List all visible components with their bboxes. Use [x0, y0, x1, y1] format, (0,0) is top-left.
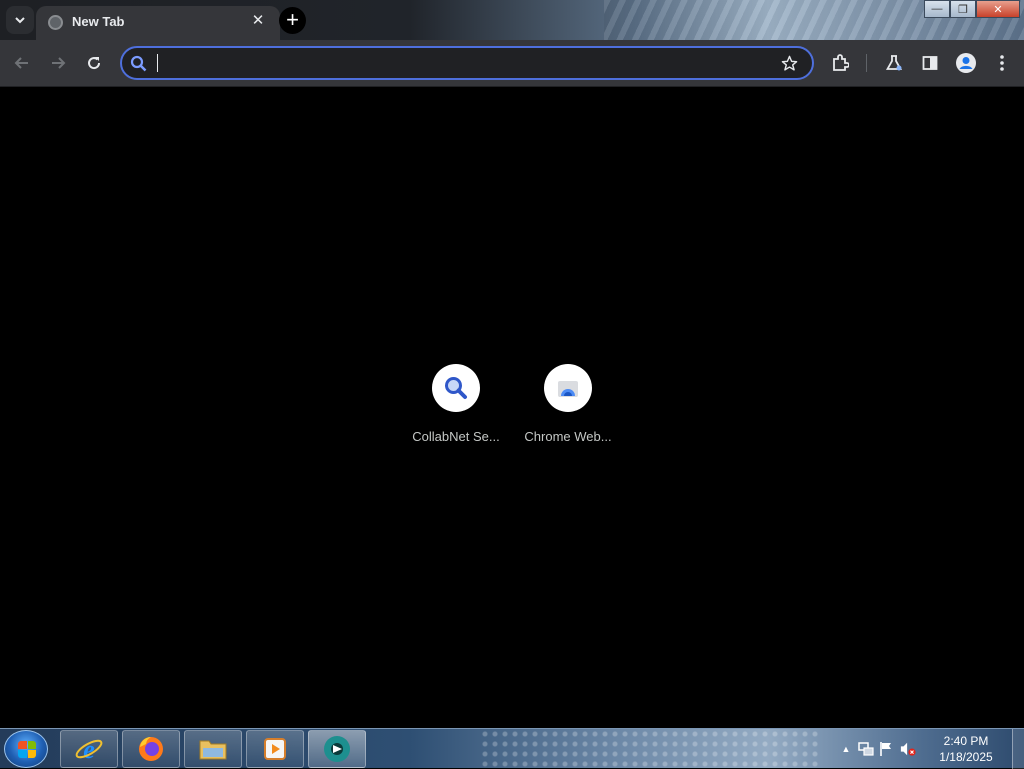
windows-taskbar: e ▲ 2:40 PM 1/18/2025 — [0, 728, 1024, 769]
new-tab-button[interactable]: + — [279, 7, 306, 34]
shortcut-icon-circle — [544, 364, 592, 412]
chrome-beta-icon — [324, 736, 350, 762]
media-player-icon — [264, 738, 286, 760]
menu-button[interactable] — [990, 51, 1014, 75]
chevron-up-icon: ▲ — [841, 744, 851, 754]
firefox-icon — [139, 736, 163, 761]
arrow-right-icon — [52, 57, 66, 69]
shortcut-icon-circle — [432, 364, 480, 412]
puzzle-icon — [833, 54, 849, 71]
flag-icon — [880, 742, 891, 756]
maximize-button[interactable]: ❐ — [950, 0, 976, 18]
search-icon — [445, 377, 467, 399]
address-input[interactable] — [158, 52, 758, 74]
forward-button[interactable] — [46, 51, 70, 75]
tray-overflow-button[interactable]: ▲ — [838, 741, 854, 757]
reload-button[interactable] — [82, 51, 106, 75]
show-desktop-button[interactable] — [1012, 729, 1024, 769]
taskbar-app-file-explorer[interactable] — [184, 730, 242, 768]
extensions-button[interactable] — [828, 51, 852, 75]
arrow-left-icon — [14, 57, 28, 69]
more-vert-icon — [1000, 55, 1004, 71]
speaker-muted-icon — [900, 742, 916, 756]
reload-icon — [88, 57, 101, 70]
tab-new-tab[interactable]: New Tab ✕ — [36, 6, 280, 40]
folder-icon — [199, 740, 227, 760]
taskbar-app-firefox[interactable] — [122, 730, 180, 768]
windows-logo-icon — [18, 741, 36, 758]
side-panel-icon — [922, 56, 938, 70]
internet-explorer-icon: e — [75, 735, 103, 764]
avatar-icon — [956, 53, 976, 73]
flask-icon — [885, 55, 903, 71]
browser-toolbar — [0, 40, 1024, 87]
chevron-down-icon — [15, 17, 25, 24]
taskbar-background-pattern — [480, 729, 820, 769]
title-bar: New Tab ✕ + — ❐ ✕ — [0, 0, 1024, 40]
new-tab-page: CollabNet Se... Chrome Web... — [0, 87, 1024, 728]
tab-search-button[interactable] — [6, 6, 34, 34]
tab-title: New Tab — [72, 14, 125, 29]
toolbar-divider — [866, 54, 867, 72]
system-tray: ▲ 2:40 PM 1/18/2025 — [834, 729, 1024, 769]
window-controls: — ❐ ✕ — [924, 0, 1020, 18]
clock-date: 1/18/2025 — [939, 750, 993, 764]
close-window-button[interactable]: ✕ — [976, 0, 1020, 18]
shortcut-tile[interactable]: CollabNet Se... — [400, 364, 512, 454]
chrome-web-store-icon — [558, 381, 578, 397]
shortcut-tile[interactable]: Chrome Web... — [512, 364, 624, 454]
taskbar-app-media-player[interactable] — [246, 730, 304, 768]
taskbar-app-internet-explorer[interactable]: e — [60, 730, 118, 768]
action-center-tray-icon[interactable] — [878, 741, 894, 757]
search-icon — [130, 55, 147, 72]
network-tray-icon[interactable] — [858, 741, 874, 757]
back-button[interactable] — [10, 51, 34, 75]
taskbar-clock[interactable]: 2:40 PM 1/18/2025 — [934, 733, 998, 765]
side-panel-button[interactable] — [918, 51, 942, 75]
clock-time: 2:40 PM — [943, 734, 989, 748]
address-bar[interactable] — [120, 46, 814, 80]
taskbar-app-chrome-beta[interactable] — [308, 730, 366, 768]
tab-close-icon[interactable]: ✕ — [248, 11, 268, 31]
volume-tray-icon[interactable] — [900, 741, 916, 757]
profile-button[interactable] — [954, 51, 978, 75]
minimize-button[interactable]: — — [924, 0, 950, 18]
start-button[interactable] — [4, 730, 48, 768]
tab-favicon-icon — [48, 15, 63, 30]
shortcut-label: Chrome Web... — [524, 429, 612, 444]
labs-button[interactable] — [882, 51, 906, 75]
svg-text:e: e — [83, 735, 95, 764]
bookmark-star-icon[interactable] — [781, 55, 798, 72]
shortcut-label: CollabNet Se... — [412, 429, 500, 444]
network-icon — [858, 742, 874, 756]
